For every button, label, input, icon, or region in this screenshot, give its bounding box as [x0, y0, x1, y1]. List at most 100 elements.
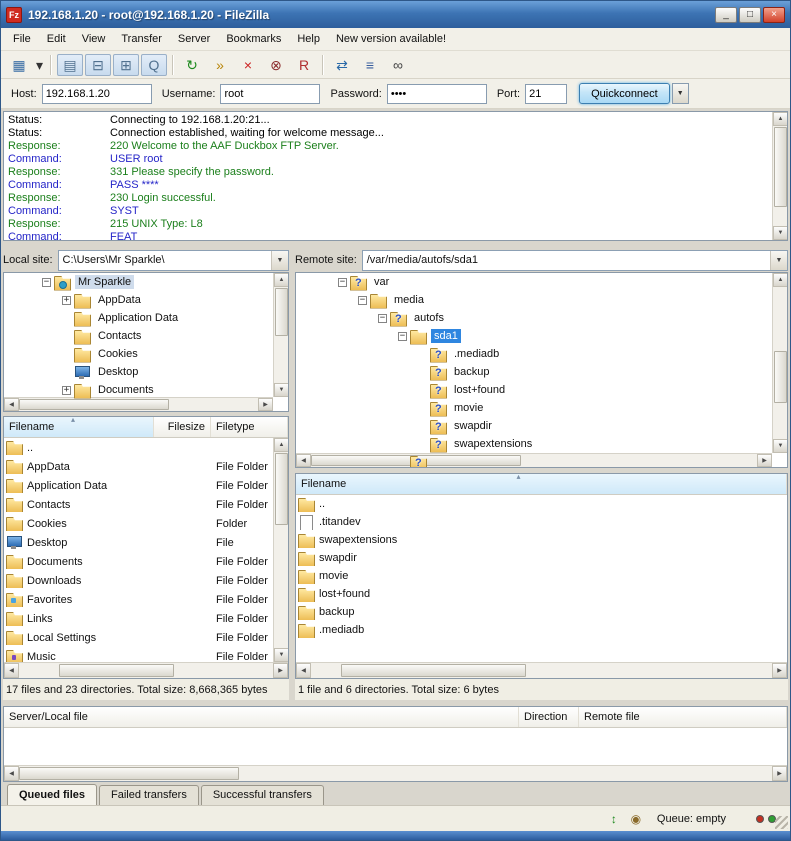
expander-icon[interactable]: − [338, 278, 347, 287]
scroll-left-arrow[interactable]: ◀ [296, 663, 311, 678]
toggle-message-log-button[interactable]: ▤ [57, 54, 83, 76]
remote-tree-vscrollbar[interactable]: ▲ ▼ [772, 273, 787, 453]
file-row[interactable]: AppData File Folder [4, 457, 273, 476]
local-site-combobox[interactable]: C:\Users\Mr Sparkle\ ▼ [58, 250, 289, 271]
menu-item[interactable]: New version available! [328, 29, 454, 49]
tree-item[interactable]: Cookies [4, 345, 288, 363]
port-input[interactable] [525, 84, 567, 104]
tree-item[interactable]: Contacts [4, 327, 288, 345]
file-row[interactable]: swapdir [296, 549, 787, 567]
chevron-down-icon[interactable]: ▼ [271, 251, 288, 270]
maximize-button[interactable]: □ [739, 7, 761, 23]
menu-item[interactable]: View [74, 29, 114, 49]
scroll-left-arrow[interactable]: ◀ [4, 398, 19, 411]
file-row[interactable]: Favorites File Folder [4, 590, 273, 609]
local-list-hscrollbar[interactable]: ◀ ▶ [4, 662, 288, 678]
file-row[interactable]: Desktop File [4, 533, 273, 552]
file-row[interactable]: Cookies Folder [4, 514, 273, 533]
close-button[interactable]: × [763, 7, 785, 23]
file-row[interactable]: Documents File Folder [4, 552, 273, 571]
expander-icon[interactable]: − [358, 296, 367, 305]
tree-item[interactable]: .mediadb [296, 345, 787, 363]
tree-item[interactable]: Desktop [4, 363, 288, 381]
tree-item[interactable]: swapdir [296, 417, 787, 435]
filter-icon[interactable]: ◉ [627, 811, 645, 827]
scroll-right-arrow[interactable]: ▶ [273, 663, 288, 678]
reconnect-button[interactable]: R [291, 54, 317, 76]
tree-item[interactable]: − sda1 [296, 327, 787, 345]
local-tree-hscrollbar[interactable]: ◀ ▶ [4, 397, 273, 411]
tree-item[interactable]: − var [296, 273, 787, 291]
site-manager-button[interactable]: ▦ [6, 54, 32, 76]
file-row[interactable]: .. [4, 438, 273, 457]
expander-icon[interactable]: + [62, 386, 71, 395]
menu-item[interactable]: Transfer [113, 29, 170, 49]
tree-item[interactable]: − Mr Sparkle [4, 273, 288, 291]
tree-item[interactable]: − media [296, 291, 787, 309]
tree-item[interactable]: backup [296, 363, 787, 381]
resize-grip[interactable] [775, 816, 788, 829]
queue-tab[interactable]: Successful transfers [201, 785, 324, 805]
filezilla-app-icon[interactable]: Fz [6, 7, 22, 23]
file-row[interactable]: Application Data File Folder [4, 476, 273, 495]
scroll-down-arrow[interactable]: ▼ [773, 226, 788, 240]
scrollbar-thumb[interactable] [275, 288, 288, 336]
scrollbar-thumb[interactable] [774, 127, 787, 207]
file-row[interactable]: lost+found [296, 585, 787, 603]
column-header[interactable]: Server/Local file [4, 707, 519, 727]
column-header[interactable]: Direction [519, 707, 579, 727]
host-input[interactable] [42, 84, 152, 104]
local-tree-vscrollbar[interactable]: ▲ ▼ [273, 273, 288, 397]
file-row[interactable]: .titandev [296, 513, 787, 531]
username-input[interactable] [220, 84, 320, 104]
toggle-transfer-queue-button[interactable]: Q [141, 54, 167, 76]
scroll-up-arrow[interactable]: ▲ [773, 273, 788, 287]
file-row[interactable]: movie [296, 567, 787, 585]
tree-item[interactable]: Application Data [4, 309, 288, 327]
queue-tab[interactable]: Failed transfers [99, 785, 199, 805]
scrollbar-thumb[interactable] [19, 767, 239, 780]
chevron-down-icon[interactable]: ▼ [770, 251, 787, 270]
file-row[interactable]: backup [296, 603, 787, 621]
scroll-right-arrow[interactable]: ▶ [772, 766, 787, 781]
refresh-button[interactable]: ↻ [179, 54, 205, 76]
scroll-down-arrow[interactable]: ▼ [274, 648, 289, 662]
expander-icon[interactable]: − [378, 314, 387, 323]
find-files-button[interactable]: ∞ [385, 54, 411, 76]
queue-tab[interactable]: Queued files [7, 784, 97, 805]
tree-item[interactable]: + AppData [4, 291, 288, 309]
tree-item[interactable]: lost+found [296, 381, 787, 399]
column-header[interactable]: Filename [296, 474, 787, 494]
disconnect-button[interactable]: ⊗ [263, 54, 289, 76]
file-row[interactable]: Local Settings File Folder [4, 628, 273, 647]
log-splitter[interactable] [1, 241, 790, 248]
menu-item[interactable]: File [5, 29, 39, 49]
queue-hscrollbar[interactable]: ◀ ▶ [4, 765, 787, 781]
site-manager-dropdown[interactable]: ▾ [33, 54, 46, 76]
expander-icon[interactable]: − [398, 332, 407, 341]
directory-comparison-button[interactable]: ≡ [357, 54, 383, 76]
process-queue-button[interactable]: » [207, 54, 233, 76]
tree-item[interactable]: movie [296, 399, 787, 417]
scroll-left-arrow[interactable]: ◀ [4, 766, 19, 781]
scroll-left-arrow[interactable]: ◀ [4, 663, 19, 678]
tree-item[interactable]: − autofs [296, 309, 787, 327]
toggle-local-tree-button[interactable]: ⊟ [85, 54, 111, 76]
scroll-right-arrow[interactable]: ▶ [258, 398, 273, 411]
toggle-remote-tree-button[interactable]: ⊞ [113, 54, 139, 76]
remote-tree-hscrollbar[interactable]: ◀ ▶ [296, 453, 772, 467]
scroll-up-arrow[interactable]: ▲ [773, 112, 788, 126]
title-bar[interactable]: Fz 192.168.1.20 - root@192.168.1.20 - Fi… [1, 1, 790, 28]
cancel-operation-button[interactable]: × [235, 54, 261, 76]
synchronized-browsing-button[interactable]: ⇄ [329, 54, 355, 76]
scrollbar-thumb[interactable] [19, 399, 169, 410]
column-header[interactable]: Filetype [211, 417, 288, 437]
scroll-up-arrow[interactable]: ▲ [274, 273, 289, 287]
minimize-button[interactable]: _ [715, 7, 737, 23]
scroll-up-arrow[interactable]: ▲ [274, 438, 289, 452]
file-row[interactable]: swapextensions [296, 531, 787, 549]
file-row[interactable]: Downloads File Folder [4, 571, 273, 590]
scrollbar-thumb[interactable] [59, 664, 174, 677]
speed-limits-icon[interactable]: ↕ [605, 811, 623, 827]
scrollbar-thumb[interactable] [341, 664, 526, 677]
